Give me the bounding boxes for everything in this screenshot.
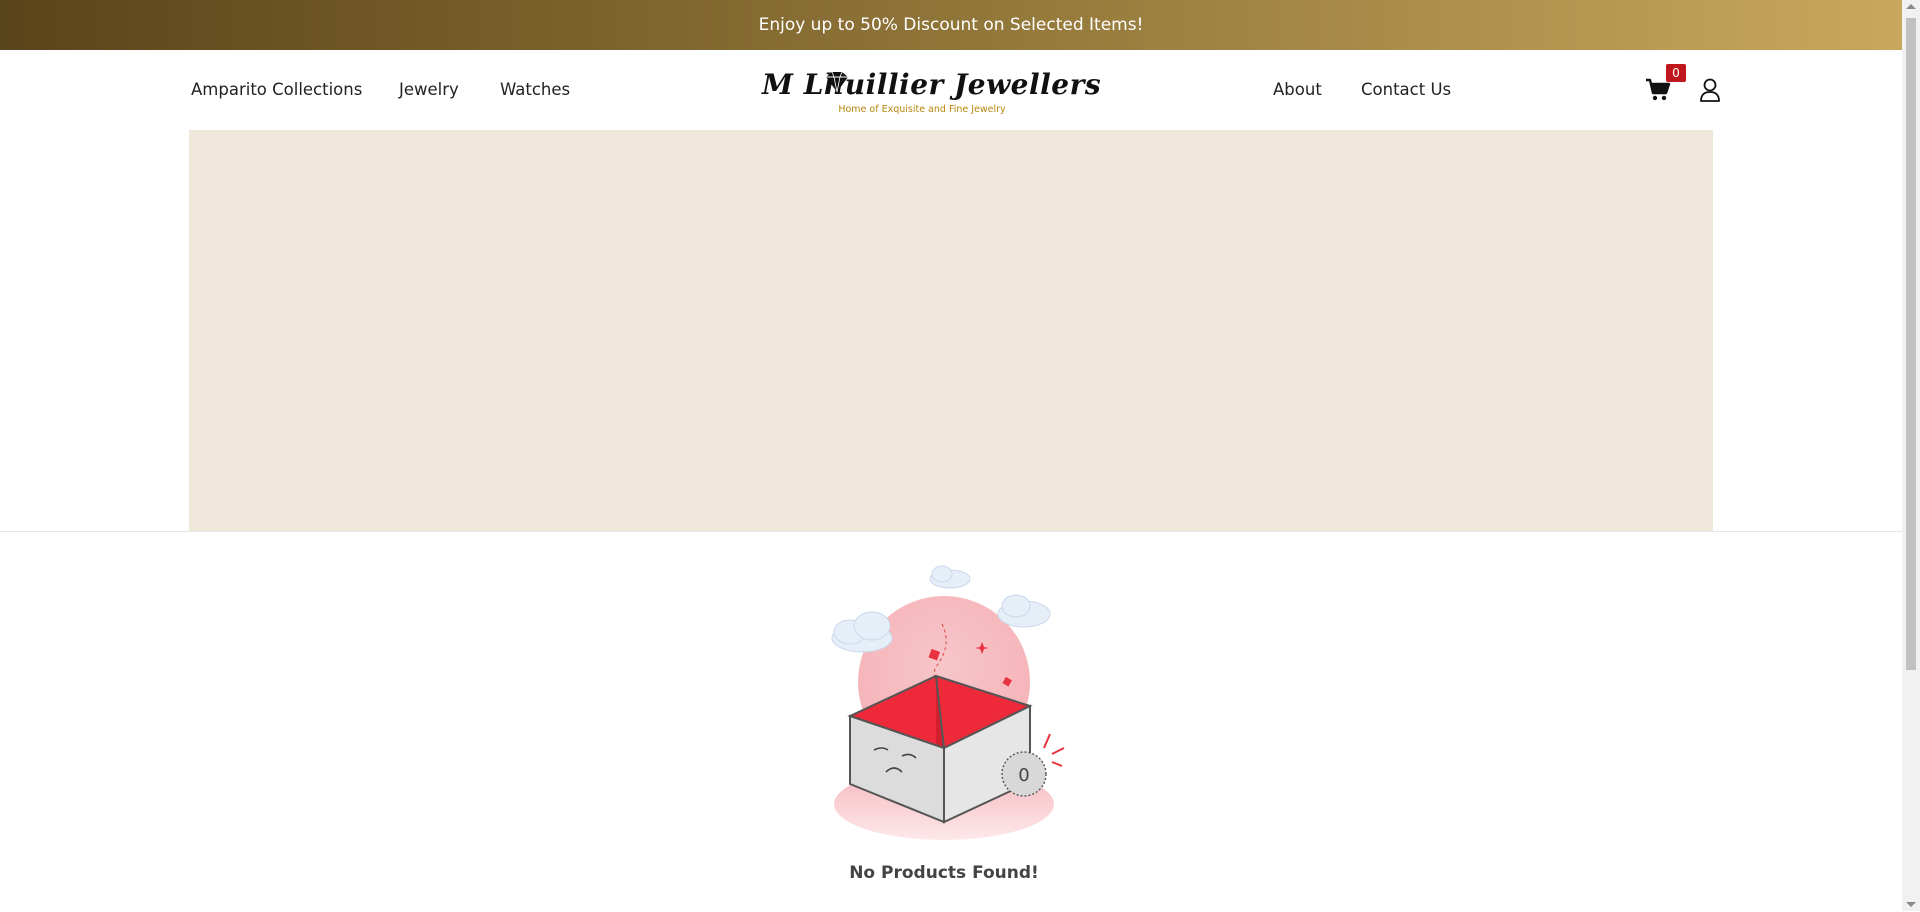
- scroll-thumb[interactable]: [1906, 18, 1916, 670]
- coin-count: 0: [1018, 765, 1029, 786]
- site-header: Amparito Collections Jewelry Watches M L…: [0, 50, 1902, 130]
- site-logo[interactable]: M Lhuillier Jewellers Home of Exquisite …: [762, 68, 1102, 120]
- nav-amparito-collections[interactable]: Amparito Collections: [191, 80, 362, 99]
- cart-count-badge: 0: [1666, 64, 1686, 82]
- page-scrollbar[interactable]: [1902, 0, 1920, 911]
- promo-text: Enjoy up to 50% Discount on Selected Ite…: [758, 15, 1144, 35]
- logo-wordmark: M Lhuillier Jewellers: [762, 68, 1102, 101]
- nav-jewelry[interactable]: Jewelry: [399, 80, 459, 99]
- empty-box-illustration: 0: [831, 565, 1065, 840]
- promo-bar: Enjoy up to 50% Discount on Selected Ite…: [0, 0, 1902, 50]
- diamond-icon: [826, 71, 848, 93]
- nav-contact-us[interactable]: Contact Us: [1361, 80, 1451, 99]
- nav-about[interactable]: About: [1273, 80, 1322, 99]
- scroll-down-icon[interactable]: [1906, 902, 1916, 907]
- hero-banner-placeholder: [189, 130, 1713, 531]
- user-icon[interactable]: [1699, 77, 1721, 103]
- scroll-up-icon[interactable]: [1906, 4, 1916, 9]
- empty-state-message: No Products Found!: [849, 863, 1039, 883]
- nav-watches[interactable]: Watches: [500, 80, 570, 99]
- logo-tagline: Home of Exquisite and Fine Jewelry: [838, 104, 1006, 115]
